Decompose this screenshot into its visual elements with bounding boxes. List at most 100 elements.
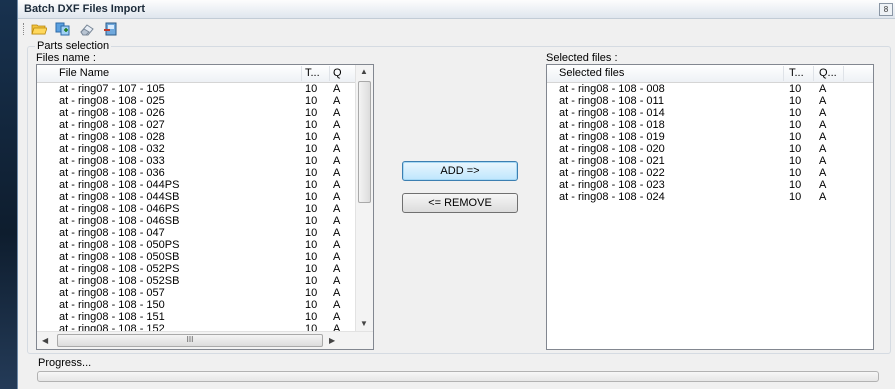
title-bar-button[interactable]: 8: [879, 3, 893, 16]
list-row[interactable]: at - ring08 - 108 - 023 10 A: [547, 179, 873, 191]
quality-cell: A: [333, 239, 341, 251]
list-row[interactable]: at - ring08 - 108 - 050SB 10 A: [37, 251, 355, 263]
list-row[interactable]: at - ring08 - 108 - 008 10 A: [547, 83, 873, 95]
list-row[interactable]: at - ring08 - 108 - 019 10 A: [547, 131, 873, 143]
list-row[interactable]: at - ring08 - 108 - 046SB 10 A: [37, 215, 355, 227]
batch-import-window: Batch DXF Files Import 8 Parts selection…: [17, 0, 895, 389]
type-cell: 10: [305, 131, 318, 143]
file-name-cell: at - ring08 - 108 - 033: [59, 155, 165, 167]
quality-cell: A: [819, 167, 827, 179]
quality-cell: A: [333, 179, 341, 191]
file-name-cell: at - ring08 - 108 - 023: [559, 179, 665, 191]
hscroll-thumb[interactable]: III: [57, 334, 323, 347]
file-name-cell: at - ring08 - 108 - 026: [59, 107, 165, 119]
column-header-selected-files[interactable]: Selected files: [559, 67, 624, 79]
type-cell: 10: [305, 179, 318, 191]
type-cell: 10: [305, 107, 318, 119]
list-row[interactable]: at - ring08 - 108 - 033 10 A: [37, 155, 355, 167]
selected-files-label: Selected files :: [546, 52, 618, 64]
copy-files-icon[interactable]: [54, 21, 72, 37]
toolbar-grip[interactable]: [23, 23, 26, 35]
list-row[interactable]: at - ring08 - 108 - 044SB 10 A: [37, 191, 355, 203]
column-separator[interactable]: [301, 66, 302, 81]
list-row[interactable]: at - ring08 - 108 - 022 10 A: [547, 167, 873, 179]
title-bar: Batch DXF Files Import 8: [18, 0, 895, 19]
list-row[interactable]: at - ring08 - 108 - 027 10 A: [37, 119, 355, 131]
quality-cell: A: [333, 263, 341, 275]
scroll-up-arrow-icon[interactable]: ▲: [360, 67, 368, 76]
column-separator[interactable]: [783, 66, 784, 81]
scroll-down-arrow-icon[interactable]: ▼: [360, 319, 368, 328]
quality-cell: A: [333, 95, 341, 107]
list-row[interactable]: at - ring08 - 108 - 047 10 A: [37, 227, 355, 239]
open-folder-icon[interactable]: [30, 21, 48, 37]
progress-label: Progress...: [38, 357, 92, 369]
add-button[interactable]: ADD =>: [402, 161, 518, 181]
file-name-cell: at - ring08 - 108 - 044SB: [59, 191, 180, 203]
list-row[interactable]: at - ring08 - 108 - 046PS 10 A: [37, 203, 355, 215]
quality-cell: A: [819, 191, 827, 203]
scroll-left-arrow-icon[interactable]: ◀: [42, 336, 48, 345]
remove-button[interactable]: <= REMOVE: [402, 193, 518, 213]
column-header-quality[interactable]: Q: [333, 67, 342, 79]
column-separator[interactable]: [813, 66, 814, 81]
file-name-cell: at - ring08 - 108 - 044PS: [59, 179, 180, 191]
list-row[interactable]: at - ring08 - 108 - 052PS 10 A: [37, 263, 355, 275]
column-header-quality[interactable]: Q...: [819, 67, 837, 79]
type-cell: 10: [305, 227, 318, 239]
files-list-vscroll[interactable]: ▲ ▼: [355, 65, 373, 331]
eraser-icon[interactable]: [78, 21, 96, 37]
file-name-cell: at - ring08 - 108 - 025: [59, 95, 165, 107]
list-row[interactable]: at - ring08 - 108 - 052SB 10 A: [37, 275, 355, 287]
list-row[interactable]: at - ring08 - 108 - 028 10 A: [37, 131, 355, 143]
file-name-cell: at - ring08 - 108 - 046PS: [59, 203, 180, 215]
selected-files-list[interactable]: Selected files T... Q... at - ring08 - 1…: [546, 64, 874, 350]
type-cell: 10: [305, 311, 318, 323]
type-cell: 10: [305, 251, 318, 263]
list-row[interactable]: at - ring08 - 108 - 151 10 A: [37, 311, 355, 323]
type-cell: 10: [305, 155, 318, 167]
files-list[interactable]: File Name T... Q at - ring07 - 107 - 105…: [36, 64, 374, 350]
quality-cell: A: [819, 107, 827, 119]
list-row[interactable]: at - ring08 - 108 - 050PS 10 A: [37, 239, 355, 251]
list-row[interactable]: at - ring08 - 108 - 011 10 A: [547, 95, 873, 107]
file-name-cell: at - ring08 - 108 - 050SB: [59, 251, 180, 263]
files-list-hscroll[interactable]: ◀ III ▶: [37, 331, 373, 349]
files-list-header: File Name T... Q: [37, 65, 355, 83]
files-name-label: Files name :: [36, 52, 96, 64]
list-row[interactable]: at - ring08 - 108 - 018 10 A: [547, 119, 873, 131]
column-separator[interactable]: [329, 66, 330, 81]
column-header-type[interactable]: T...: [305, 67, 320, 79]
list-row[interactable]: at - ring08 - 108 - 024 10 A: [547, 191, 873, 203]
column-header-file-name[interactable]: File Name: [59, 67, 109, 79]
quality-cell: A: [333, 167, 341, 179]
list-row[interactable]: at - ring08 - 108 - 025 10 A: [37, 95, 355, 107]
quality-cell: A: [819, 119, 827, 131]
selected-files-header: Selected files T... Q...: [547, 65, 873, 83]
vscroll-thumb[interactable]: [358, 81, 371, 203]
file-name-cell: at - ring08 - 108 - 020: [559, 143, 665, 155]
scroll-right-arrow-icon[interactable]: ▶: [329, 336, 335, 345]
list-row[interactable]: at - ring08 - 108 - 150 10 A: [37, 299, 355, 311]
type-cell: 10: [305, 263, 318, 275]
list-row[interactable]: at - ring08 - 108 - 014 10 A: [547, 107, 873, 119]
list-row[interactable]: at - ring08 - 108 - 020 10 A: [547, 143, 873, 155]
list-row[interactable]: at - ring08 - 108 - 044PS 10 A: [37, 179, 355, 191]
list-row[interactable]: at - ring08 - 108 - 036 10 A: [37, 167, 355, 179]
import-icon[interactable]: [102, 21, 120, 37]
list-row[interactable]: at - ring08 - 108 - 032 10 A: [37, 143, 355, 155]
quality-cell: A: [333, 107, 341, 119]
quality-cell: A: [333, 275, 341, 287]
list-row[interactable]: at - ring08 - 108 - 021 10 A: [547, 155, 873, 167]
window-title: Batch DXF Files Import: [24, 3, 146, 15]
type-cell: 10: [789, 191, 802, 203]
type-cell: 10: [305, 95, 318, 107]
column-header-type[interactable]: T...: [789, 67, 804, 79]
column-separator[interactable]: [843, 66, 844, 81]
list-row[interactable]: at - ring08 - 108 - 026 10 A: [37, 107, 355, 119]
file-name-cell: at - ring08 - 108 - 057: [59, 287, 165, 299]
list-row[interactable]: at - ring07 - 107 - 105 10 A: [37, 83, 355, 95]
quality-cell: A: [333, 311, 341, 323]
file-name-cell: at - ring07 - 107 - 105: [59, 83, 165, 95]
list-row[interactable]: at - ring08 - 108 - 057 10 A: [37, 287, 355, 299]
